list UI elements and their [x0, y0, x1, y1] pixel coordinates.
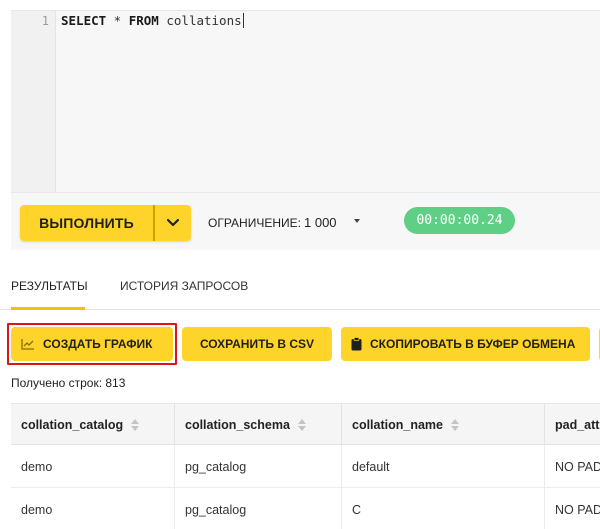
limit-select[interactable]: 1 000: [304, 215, 337, 230]
column-header[interactable]: collation_schema: [175, 404, 342, 446]
clipboard-icon: [351, 337, 362, 351]
active-tab-indicator: [11, 307, 85, 310]
table-cell: NO PAD: [555, 459, 600, 474]
create-chart-label: СОЗДАТЬ ГРАФИК: [43, 337, 153, 351]
run-options-dropdown[interactable]: [155, 205, 191, 241]
chevron-down-icon: [166, 218, 180, 227]
keyword-from: FROM: [128, 13, 159, 28]
chart-line-icon: [21, 338, 35, 350]
code-table-name: collations: [158, 13, 242, 28]
rows-count: Получено строк: 813: [11, 376, 126, 390]
table-cell: default: [342, 445, 545, 488]
code-star: *: [106, 13, 129, 28]
column-header[interactable]: collation_catalog: [11, 404, 175, 446]
column-header[interactable]: pad_attr: [545, 404, 600, 446]
column-header[interactable]: collation_name: [342, 404, 545, 446]
save-csv-button[interactable]: СОХРАНИТЬ В CSV: [182, 327, 332, 361]
table-row[interactable]: demo pg_catalog default NO PAD: [11, 445, 600, 488]
run-toolbar: ВЫПОЛНИТЬ ОГРАНИЧЕНИЕ: 1 000 00:00:00.24: [11, 192, 600, 250]
line-number: 1: [41, 14, 49, 28]
column-header-label: collation_name: [352, 418, 443, 432]
run-button-group: ВЫПОЛНИТЬ: [20, 205, 191, 241]
sort-icon[interactable]: [131, 419, 140, 431]
table-cell: demo: [11, 445, 175, 488]
run-button[interactable]: ВЫПОЛНИТЬ: [20, 205, 153, 241]
copy-to-clipboard-button[interactable]: СКОПИРОВАТЬ В БУФЕР ОБМЕНА: [341, 327, 590, 361]
sort-icon[interactable]: [297, 419, 306, 431]
table-cell: pg_catalog: [175, 445, 342, 488]
save-csv-label: СОХРАНИТЬ В CSV: [199, 337, 315, 351]
column-header-label: collation_schema: [185, 418, 290, 432]
code-line[interactable]: SELECT * FROM collations: [61, 13, 244, 28]
execution-timer-badge: 00:00:00.24: [404, 207, 515, 234]
column-header-label: pad_attr: [555, 418, 600, 432]
limit-label: ОГРАНИЧЕНИЕ:: [208, 216, 301, 230]
sql-query-page: 1 SELECT * FROM collations ВЫПОЛНИТЬ ОГР…: [0, 0, 600, 529]
line-number-gutter: 1: [11, 11, 56, 193]
caret-down-icon[interactable]: [354, 219, 360, 223]
table-row[interactable]: demo pg_catalog C NO PAD: [11, 488, 600, 529]
tab-query-history[interactable]: ИСТОРИЯ ЗАПРОСОВ: [120, 279, 248, 293]
results-table: collation_catalog collation_schema colla…: [11, 403, 600, 529]
sql-editor[interactable]: 1 SELECT * FROM collations: [11, 10, 600, 193]
keyword-select: SELECT: [61, 13, 107, 28]
table-header: collation_catalog collation_schema colla…: [11, 403, 600, 446]
table-cell: pg_catalog: [175, 488, 342, 529]
text-cursor: [242, 13, 244, 28]
table-cell: C: [342, 488, 545, 529]
table-cell: NO PAD: [555, 502, 600, 517]
copy-to-clipboard-label: СКОПИРОВАТЬ В БУФЕР ОБМЕНА: [370, 337, 576, 351]
result-tabs: РЕЗУЛЬТАТЫ ИСТОРИЯ ЗАПРОСОВ: [0, 262, 600, 310]
sort-icon[interactable]: [451, 419, 459, 431]
tab-results[interactable]: РЕЗУЛЬТАТЫ: [11, 279, 88, 293]
table-cell: demo: [11, 488, 175, 529]
column-header-label: collation_catalog: [21, 418, 124, 432]
create-chart-button[interactable]: СОЗДАТЬ ГРАФИК: [11, 327, 173, 361]
